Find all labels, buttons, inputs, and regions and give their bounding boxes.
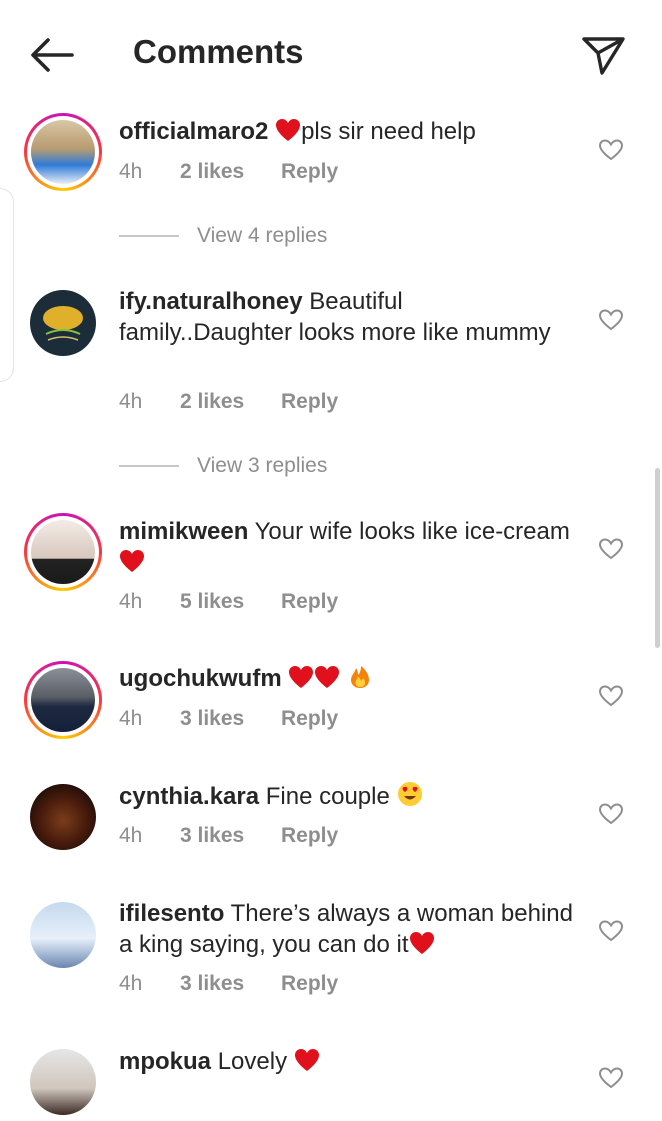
reply-button[interactable]: Reply bbox=[281, 160, 338, 184]
comment-text: mimikween Your wife looks like ice-cream bbox=[119, 516, 574, 578]
view-replies-link[interactable]: View 4 replies bbox=[119, 224, 327, 248]
username[interactable]: ify.naturalhoney bbox=[119, 288, 303, 315]
likes-count[interactable]: 3 likes bbox=[180, 824, 244, 848]
comment-text: ify.naturalhoney Beautiful family..Daugh… bbox=[119, 286, 574, 348]
page-title: Comments bbox=[133, 33, 304, 70]
red-heart-emoji-icon bbox=[315, 666, 340, 688]
like-heart-icon[interactable] bbox=[598, 802, 624, 826]
username[interactable]: mpokua bbox=[119, 1048, 211, 1075]
heart-eyes-emoji-icon bbox=[397, 782, 422, 806]
timestamp: 4h bbox=[119, 160, 143, 183]
like-heart-icon[interactable] bbox=[598, 138, 624, 162]
timestamp: 4h bbox=[119, 707, 143, 730]
send-paper-plane-icon[interactable] bbox=[580, 34, 626, 76]
view-replies-link[interactable]: View 3 replies bbox=[119, 454, 327, 478]
divider bbox=[119, 465, 179, 468]
back-arrow-icon[interactable] bbox=[28, 36, 76, 74]
comment-body: Fine couple bbox=[265, 783, 397, 810]
divider bbox=[119, 235, 179, 238]
timestamp: 4h bbox=[119, 390, 143, 413]
like-heart-icon[interactable] bbox=[598, 537, 624, 561]
avatar bbox=[31, 668, 95, 732]
username[interactable]: mimikween bbox=[119, 518, 248, 545]
comment-text: mpokua Lovely bbox=[119, 1046, 574, 1077]
username[interactable]: cynthia.kara bbox=[119, 783, 259, 810]
likes-count[interactable]: 5 likes bbox=[180, 590, 244, 614]
avatar-wrapper[interactable] bbox=[24, 778, 102, 856]
timestamp: 4h bbox=[119, 972, 143, 995]
likes-count[interactable]: 3 likes bbox=[180, 972, 244, 996]
avatar-story-ring[interactable] bbox=[24, 113, 102, 191]
avatar-story-ring[interactable] bbox=[24, 661, 102, 739]
timestamp: 4h bbox=[119, 590, 143, 613]
likes-count[interactable]: 2 likes bbox=[180, 390, 244, 414]
view-replies-label: View 4 replies bbox=[197, 224, 328, 247]
avatar bbox=[30, 290, 96, 356]
comment-text: cynthia.kara Fine couple bbox=[119, 781, 574, 812]
likes-count[interactable]: 2 likes bbox=[180, 160, 244, 184]
scrollbar[interactable] bbox=[655, 468, 660, 648]
timestamp: 4h bbox=[119, 824, 143, 847]
comment-text: ifilesento There’s always a woman behind… bbox=[119, 898, 574, 960]
reply-button[interactable]: Reply bbox=[281, 590, 338, 614]
comment-body: Your wife looks like ice-cream bbox=[254, 518, 570, 545]
avatar-wrapper[interactable] bbox=[24, 896, 102, 974]
comment-body: Lovely bbox=[217, 1048, 294, 1075]
like-heart-icon[interactable] bbox=[598, 684, 624, 708]
red-heart-emoji-icon bbox=[120, 550, 144, 572]
username[interactable]: officialmaro2 bbox=[119, 118, 268, 145]
red-heart-emoji-icon bbox=[294, 1049, 319, 1071]
like-heart-icon[interactable] bbox=[598, 308, 624, 332]
avatar bbox=[30, 784, 96, 850]
fire-emoji-icon bbox=[351, 666, 369, 688]
reply-button[interactable]: Reply bbox=[281, 824, 338, 848]
like-heart-icon[interactable] bbox=[598, 919, 624, 943]
avatar bbox=[30, 1049, 96, 1115]
side-card-edge bbox=[0, 188, 14, 382]
avatar-story-ring[interactable] bbox=[24, 513, 102, 591]
avatar bbox=[31, 120, 95, 184]
reply-button[interactable]: Reply bbox=[281, 390, 338, 414]
comment-text: ugochukwufm bbox=[119, 663, 574, 694]
avatar-wrapper[interactable] bbox=[24, 284, 102, 362]
comment-body: pls sir need help bbox=[301, 118, 476, 145]
reply-button[interactable]: Reply bbox=[281, 707, 338, 731]
like-heart-icon[interactable] bbox=[598, 1066, 624, 1090]
username[interactable]: ugochukwufm bbox=[119, 665, 282, 692]
username[interactable]: ifilesento bbox=[119, 900, 224, 927]
comment-text: officialmaro2 pls sir need help bbox=[119, 116, 574, 147]
avatar bbox=[31, 520, 95, 584]
red-heart-emoji-icon bbox=[289, 666, 314, 688]
honey-logo-icon bbox=[43, 306, 83, 341]
reply-button[interactable]: Reply bbox=[281, 972, 338, 996]
likes-count[interactable]: 3 likes bbox=[180, 707, 244, 731]
red-heart-emoji-icon bbox=[276, 119, 301, 141]
avatar bbox=[30, 902, 96, 968]
red-heart-emoji-icon bbox=[409, 932, 434, 954]
avatar-wrapper[interactable] bbox=[24, 1043, 102, 1121]
top-bar: Comments bbox=[0, 0, 662, 108]
view-replies-label: View 3 replies bbox=[197, 454, 328, 477]
